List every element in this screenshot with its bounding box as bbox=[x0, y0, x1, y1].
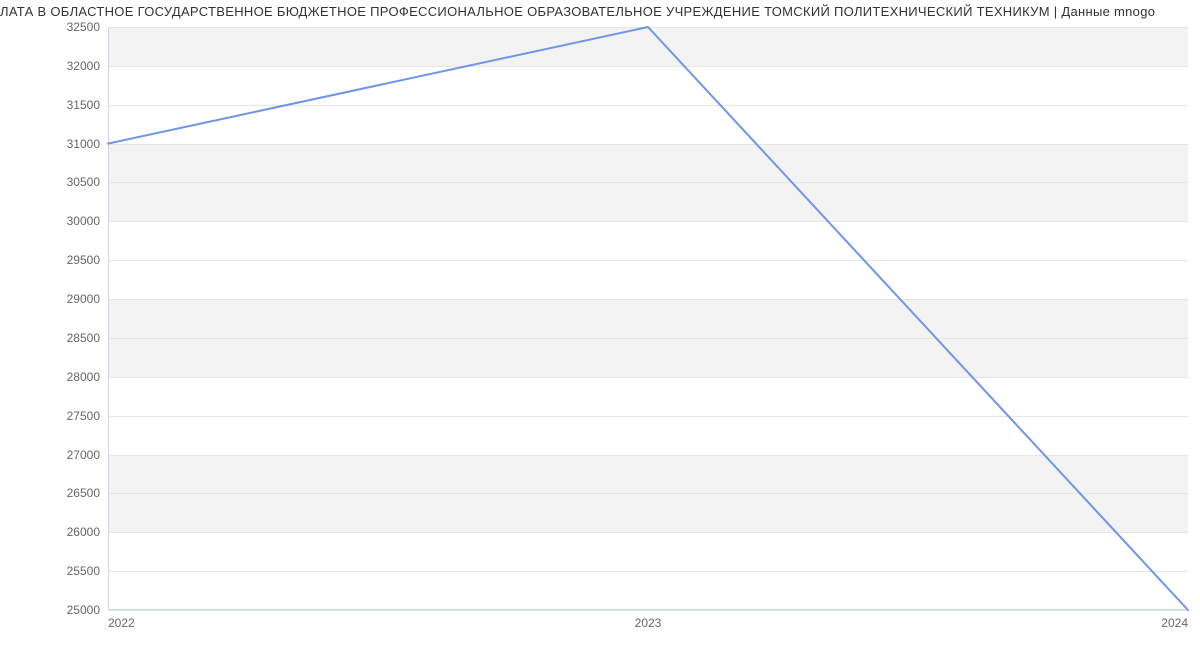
x-tick-label: 2024 bbox=[1161, 616, 1188, 630]
y-tick-label: 26000 bbox=[67, 525, 100, 539]
y-tick-label: 30500 bbox=[67, 175, 100, 189]
y-tick-label: 25000 bbox=[67, 603, 100, 617]
y-tick-label: 31000 bbox=[67, 137, 100, 151]
y-tick-label: 32000 bbox=[67, 59, 100, 73]
y-tick-label: 29000 bbox=[67, 292, 100, 306]
x-tick-label: 2023 bbox=[635, 616, 662, 630]
y-tick-label: 28000 bbox=[67, 370, 100, 384]
y-tick-label: 25500 bbox=[67, 564, 100, 578]
chart-title: ЛАТА В ОБЛАСТНОЕ ГОСУДАРСТВЕННОЕ БЮДЖЕТН… bbox=[0, 0, 1200, 19]
data-line bbox=[108, 27, 1188, 610]
y-tick-label: 28500 bbox=[67, 331, 100, 345]
y-tick-label: 31500 bbox=[67, 98, 100, 112]
y-tick-label: 27500 bbox=[67, 409, 100, 423]
x-tick-label: 2022 bbox=[108, 616, 135, 630]
y-tick-label: 27000 bbox=[67, 448, 100, 462]
y-tick-label: 30000 bbox=[67, 214, 100, 228]
y-tick-label: 29500 bbox=[67, 253, 100, 267]
chart-plot-area: 2500025500260002650027000275002800028500… bbox=[108, 27, 1188, 610]
y-tick-label: 32500 bbox=[67, 20, 100, 34]
y-tick-label: 26500 bbox=[67, 486, 100, 500]
